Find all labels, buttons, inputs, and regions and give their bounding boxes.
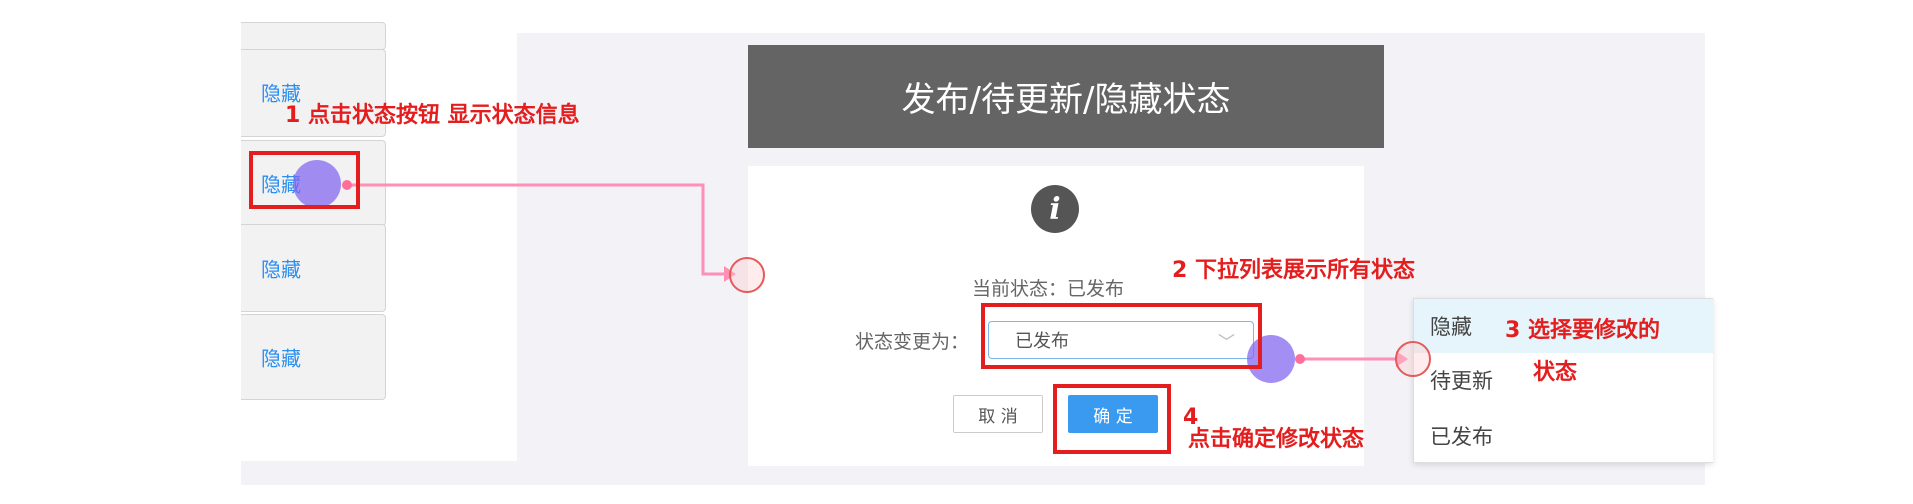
highlight-confirm [1053,384,1171,454]
annotation-step2: 2 下拉列表展示所有状态 [1172,258,1415,283]
connector-start-2 [1295,354,1305,364]
highlight-status-item [249,151,360,209]
annotation-step3-line2: 状态 [1533,360,1578,385]
target-ring-1 [729,257,765,293]
target-ring-2 [1395,341,1431,377]
annotation-step1: 1 点击状态按钮 显示状态信息 [285,103,580,128]
connector-line-1 [347,183,724,276]
annotation-step4: 点击确定修改状态 [1188,427,1365,452]
flow-connectors [342,180,1408,367]
highlight-select [981,303,1262,369]
annotation-step3-line1: 3 选择要修改的 [1505,318,1660,343]
